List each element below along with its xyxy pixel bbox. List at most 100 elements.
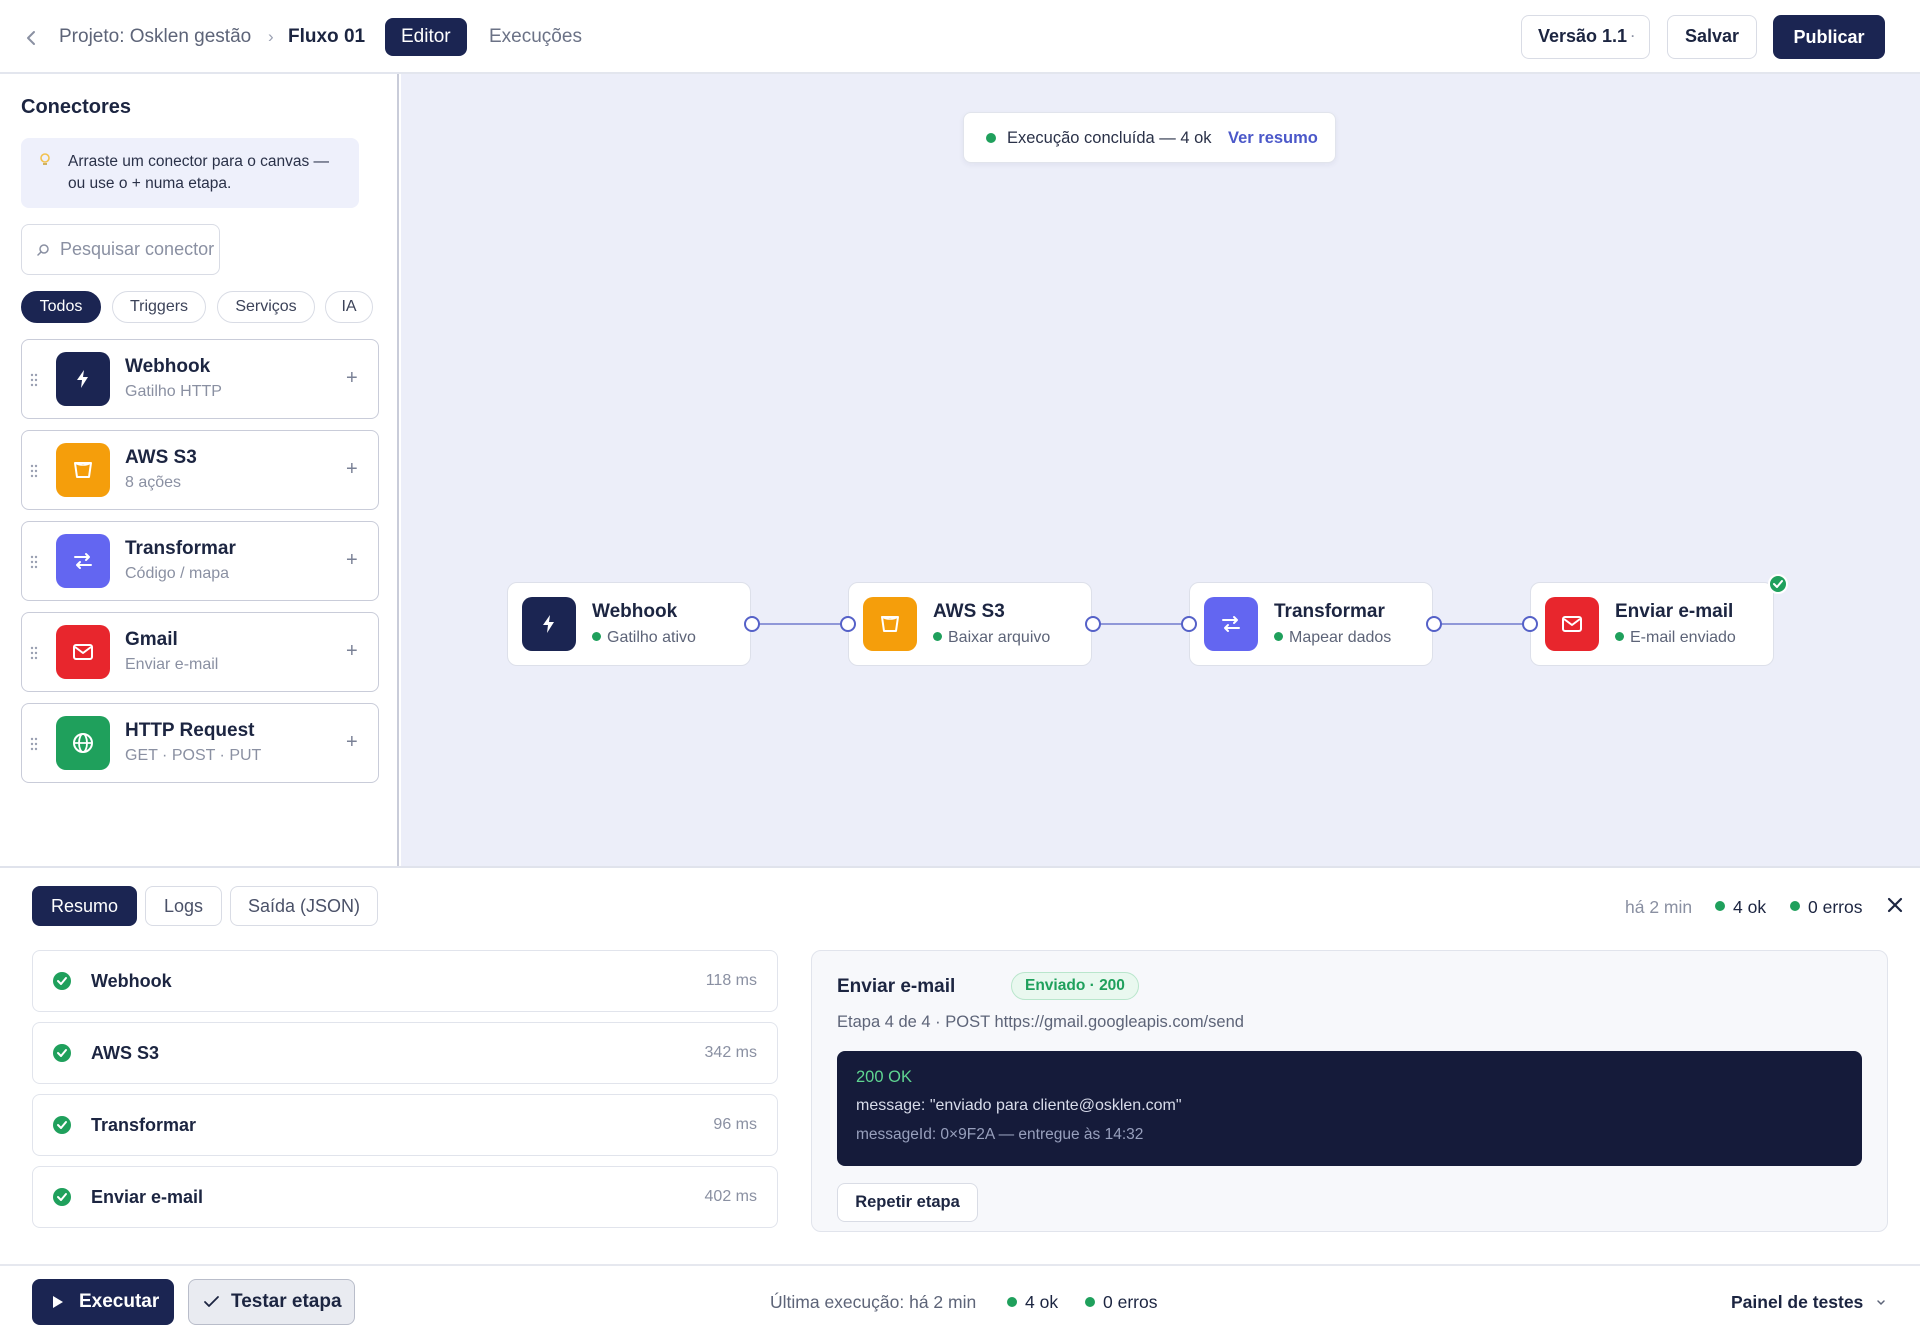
drag-handle-icon[interactable] (30, 373, 38, 387)
node-title: Webhook (592, 601, 678, 622)
step-row-webhook[interactable]: Webhook 118 ms (32, 950, 778, 1012)
flow-edge[interactable] (1441, 623, 1530, 625)
sidebar-title: Conectores (21, 96, 132, 118)
panel-error-count: 0 erros (1808, 897, 1863, 917)
connector-card-webhook[interactable]: Webhook Gatilho HTTP + (21, 339, 379, 419)
retry-step-button[interactable]: Repetir etapa (837, 1183, 978, 1222)
connector-name: Gmail (125, 629, 178, 650)
success-check-icon (52, 971, 72, 991)
publish-button[interactable]: Publicar (1773, 15, 1885, 59)
back-icon[interactable] (22, 24, 42, 52)
flow-edge[interactable] (759, 623, 845, 625)
breadcrumb-project[interactable]: Projeto: Osklen gestão (59, 26, 251, 48)
node-status: Gatilho ativo (592, 629, 696, 647)
status-badge: Enviado · 200 (1011, 972, 1139, 1000)
search-input[interactable] (60, 225, 218, 273)
node-output-port[interactable] (1085, 616, 1101, 632)
connector-name: AWS S3 (125, 447, 197, 468)
test-step-button[interactable]: Testar etapa (188, 1279, 355, 1325)
step-time: 118 ms (705, 972, 757, 989)
search-icon (36, 243, 50, 257)
tab-execucoes[interactable]: Execuções (473, 18, 598, 56)
last-run-text: Última execução: há 2 min (770, 1292, 977, 1312)
transform-icon (56, 534, 110, 588)
version-select[interactable]: Versão 1.1 · (1521, 15, 1650, 59)
search-box[interactable] (21, 224, 220, 275)
step-row-enviar-email[interactable]: Enviar e-mail 402 ms (32, 1166, 778, 1228)
step-row-transformar[interactable]: Transformar 96 ms (32, 1094, 778, 1156)
connector-sub: Código / mapa (125, 565, 230, 582)
transform-icon (1204, 597, 1258, 651)
node-title: AWS S3 (933, 601, 1005, 622)
step-row-aws-s3[interactable]: AWS S3 342 ms (32, 1022, 778, 1084)
node-title: Transformar (1274, 601, 1385, 622)
status-dot (1274, 632, 1283, 641)
node-input-port[interactable] (1522, 616, 1538, 632)
connector-sub: Gatilho HTTP (125, 383, 222, 400)
add-icon[interactable]: + (346, 366, 358, 390)
run-button[interactable]: Executar (32, 1279, 174, 1325)
step-detail: Enviar e-mail Enviado · 200 Etapa 4 de 4… (811, 950, 1888, 1232)
flow-node-webhook[interactable]: Webhook Gatilho ativo (507, 582, 751, 666)
add-icon[interactable]: + (346, 730, 358, 754)
tab-editor[interactable]: Editor (385, 18, 467, 56)
add-icon[interactable]: + (346, 457, 358, 481)
success-dot (986, 133, 996, 143)
response-code-block: 200 OK message: "enviado para cliente@os… (837, 1051, 1862, 1166)
detail-title: Enviar e-mail (837, 976, 956, 997)
drag-handle-icon[interactable] (30, 737, 38, 751)
add-icon[interactable]: + (346, 548, 358, 572)
node-status-text: Gatilho ativo (607, 629, 696, 646)
success-check-icon (52, 1115, 72, 1135)
test-step-label: Testar etapa (231, 1291, 342, 1312)
breadcrumb-current: Fluxo 01 (288, 26, 366, 47)
connector-sub: 8 ações (125, 474, 182, 491)
run-label: Executar (79, 1291, 160, 1312)
view-summary-link[interactable]: Ver resumo (1228, 129, 1318, 148)
node-output-port[interactable] (1426, 616, 1442, 632)
node-input-port[interactable] (840, 616, 856, 632)
bolt-icon (56, 352, 110, 406)
step-name: Enviar e-mail (91, 1187, 204, 1207)
step-name: Transformar (91, 1115, 197, 1135)
flow-node-enviar-email[interactable]: Enviar e-mail E-mail enviado (1530, 582, 1774, 666)
response-message: message: "enviado para cliente@osklen.co… (856, 1097, 1182, 1114)
node-status: Mapear dados (1274, 629, 1391, 647)
close-icon[interactable] (1886, 896, 1904, 914)
tab-resumo[interactable]: Resumo (32, 886, 137, 926)
footer-error-count: 0 erros (1103, 1292, 1158, 1312)
success-check-icon (52, 1187, 72, 1207)
node-title: Enviar e-mail (1615, 601, 1734, 622)
tab-logs[interactable]: Logs (145, 886, 222, 926)
test-panel-toggle[interactable]: Painel de testes (1731, 1292, 1863, 1313)
step-name: Webhook (91, 971, 172, 991)
flow-canvas[interactable] (401, 74, 1920, 866)
drag-handle-icon[interactable] (30, 464, 38, 478)
ok-dot (1715, 901, 1725, 911)
node-output-port[interactable] (744, 616, 760, 632)
filter-ia[interactable]: IA (325, 291, 373, 323)
bucket-icon (863, 597, 917, 651)
connector-card-transformar[interactable]: Transformar Código / mapa + (21, 521, 379, 601)
filter-todos[interactable]: Todos (21, 291, 101, 323)
status-dot (1615, 632, 1624, 641)
filter-servicos[interactable]: Serviços (217, 291, 315, 323)
chevron-down-icon[interactable] (1876, 1299, 1886, 1307)
save-button[interactable]: Salvar (1667, 15, 1757, 59)
drag-handle-icon[interactable] (30, 646, 38, 660)
node-status: E-mail enviado (1615, 629, 1736, 647)
connector-card-http-request[interactable]: HTTP Request GET · POST · PUT + (21, 703, 379, 783)
node-status-text: Baixar arquivo (948, 629, 1051, 646)
flow-node-transformar[interactable]: Transformar Mapear dados (1189, 582, 1433, 666)
tab-saida-json[interactable]: Saída (JSON) (230, 886, 378, 926)
add-icon[interactable]: + (346, 639, 358, 663)
flow-edge[interactable] (1100, 623, 1189, 625)
node-input-port[interactable] (1181, 616, 1197, 632)
flow-node-aws-s3[interactable]: AWS S3 Baixar arquivo (848, 582, 1092, 666)
drag-handle-icon[interactable] (30, 555, 38, 569)
connector-name: Webhook (125, 356, 211, 377)
connector-card-aws-s3[interactable]: AWS S3 8 ações + (21, 430, 379, 510)
connector-card-gmail[interactable]: Gmail Enviar e-mail + (21, 612, 379, 692)
filter-triggers[interactable]: Triggers (112, 291, 206, 323)
status-dot (592, 632, 601, 641)
